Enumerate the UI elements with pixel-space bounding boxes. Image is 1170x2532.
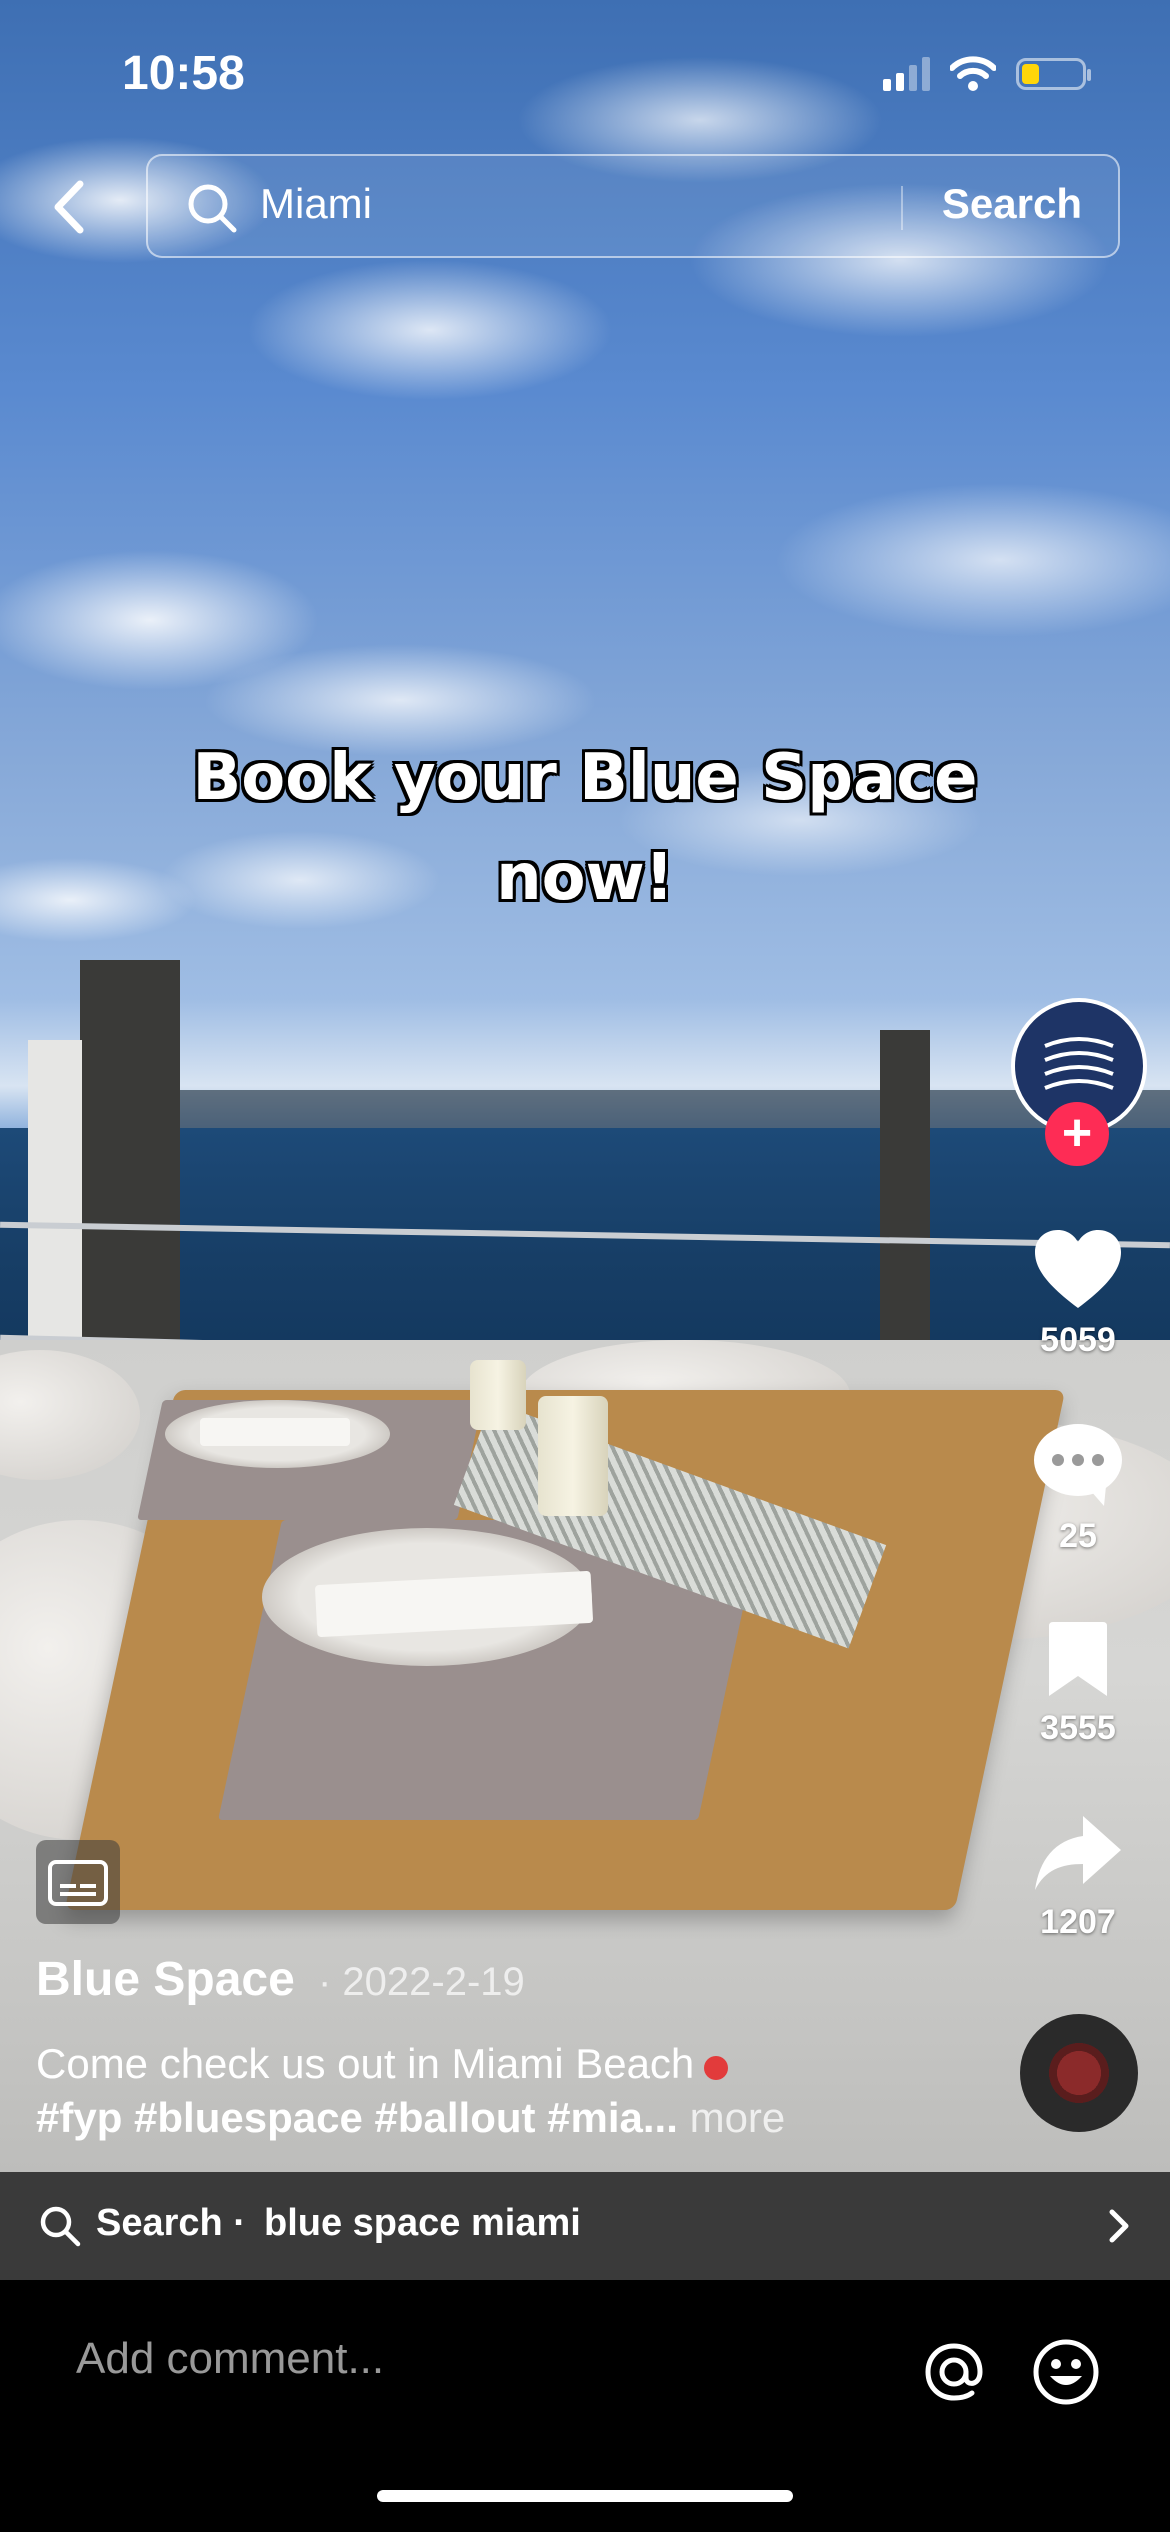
dock-post [80,960,180,1360]
search-divider [901,186,903,230]
plus-icon: + [1061,1104,1093,1162]
comment-bubble-icon [1034,1424,1122,1506]
heart-icon [1035,1230,1121,1308]
home-indicator [377,2490,793,2502]
smiley-icon [1033,2339,1099,2405]
mention-button[interactable] [918,2336,990,2408]
search-icon [40,2206,81,2247]
candle [538,1396,608,1516]
comment-count: 25 [1059,1517,1097,1555]
candle [470,1360,526,1430]
share-button[interactable]: 1207 [998,1814,1158,1942]
bookmark-icon [1049,1622,1107,1696]
chevron-left-icon [54,180,84,234]
caption-hashtags[interactable]: #fyp #bluespace #ballout #mia... [36,2094,678,2141]
battery-icon [1016,58,1091,90]
like-count: 5059 [1040,1321,1116,1359]
music-disc[interactable] [1020,2014,1138,2132]
save-button[interactable]: 3555 [998,1620,1158,1748]
related-search-bar[interactable]: Search · blue space miami [0,2172,1170,2280]
comment-button[interactable]: 25 [998,1422,1158,1556]
share-arrow-icon [1035,1816,1121,1890]
search-icon [188,184,237,233]
captions-icon [48,1860,108,1906]
back-button[interactable] [40,172,100,242]
related-search-term[interactable]: blue space miami [264,2202,581,2245]
chevron-right-icon [1109,2209,1129,2243]
status-time: 10:58 [122,47,245,100]
captions-button[interactable] [36,1840,120,1924]
napkin [200,1418,350,1446]
cellular-signal-icon [883,57,930,91]
caption-line2[interactable]: #fyp #bluespace #ballout #mia... more [36,2094,785,2142]
more-link[interactable]: more [690,2094,786,2141]
share-count: 1207 [1040,1903,1116,1941]
search-bar[interactable]: Miami Search [146,154,1120,258]
caption-text: Come check us out in Miami Beach [36,2040,695,2087]
search-button[interactable]: Search [942,180,1082,228]
status-icons [883,56,1091,92]
video-overlay-line1: Book your Blue Space [192,741,978,815]
related-search-label: Search · [96,2202,246,2244]
wifi-icon [950,56,996,91]
video-frame[interactable] [0,0,1170,2172]
map-pin-icon [704,2056,729,2080]
like-button[interactable]: 5059 [998,1228,1158,1360]
save-count: 3555 [1040,1709,1116,1747]
post-date: · 2022-2-19 [318,1960,525,2004]
author-name[interactable]: Blue Space [36,1952,295,2007]
dock-post [28,1040,82,1360]
search-query[interactable]: Miami [260,180,372,228]
emoji-button[interactable] [1030,2336,1102,2408]
comment-input[interactable]: Add comment... [76,2334,384,2384]
at-icon [925,2343,983,2401]
video-overlay-line2: now! [496,841,674,915]
follow-button[interactable]: + [1045,1102,1109,1166]
caption-line1: Come check us out in Miami Beach [36,2040,729,2088]
